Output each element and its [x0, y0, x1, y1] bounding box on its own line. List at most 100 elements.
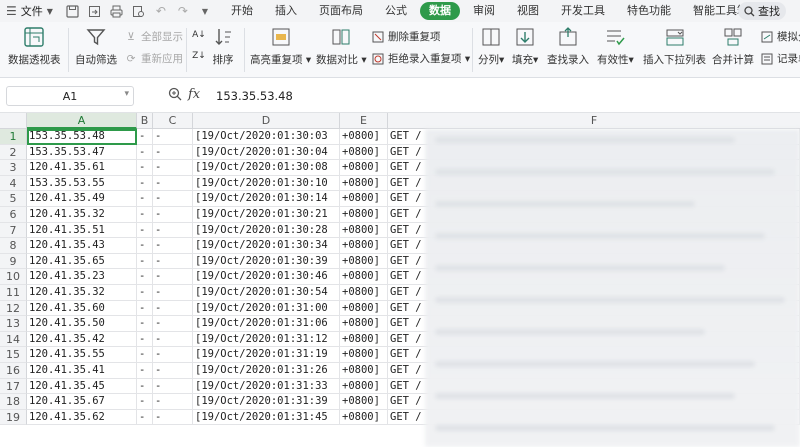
cell-d[interactable]: [19/Oct/2020:01:30:39: [193, 253, 340, 270]
cell-b[interactable]: -: [137, 129, 153, 145]
cell-d[interactable]: [19/Oct/2020:01:30:21: [193, 207, 340, 223]
cell-b[interactable]: -: [137, 394, 153, 410]
row-header[interactable]: 6: [0, 207, 27, 223]
row-header[interactable]: 16: [0, 363, 27, 379]
cell-c[interactable]: -: [153, 269, 193, 285]
cell-a[interactable]: 120.41.35.67: [27, 394, 137, 410]
save-icon[interactable]: [65, 3, 81, 19]
cell-e[interactable]: +0800]: [340, 144, 388, 161]
cell-e[interactable]: +0800]: [340, 160, 388, 176]
cell-b[interactable]: -: [137, 378, 153, 395]
cell-a[interactable]: 120.41.35.41: [27, 363, 137, 379]
row-header[interactable]: 7: [0, 222, 27, 239]
redo-icon[interactable]: ↷: [175, 3, 191, 19]
column-header-c[interactable]: C: [153, 113, 193, 129]
cell-e[interactable]: +0800]: [340, 363, 388, 379]
cell-a[interactable]: 120.41.35.49: [27, 191, 137, 207]
name-box[interactable]: A1 ▾: [6, 86, 134, 106]
cell-a[interactable]: 120.41.35.32: [27, 285, 137, 301]
cell-d[interactable]: [19/Oct/2020:01:30:28: [193, 222, 340, 239]
cell-a[interactable]: 120.41.35.32: [27, 207, 137, 223]
cell-b[interactable]: -: [137, 363, 153, 379]
sort-descending-button[interactable]: Z↓: [192, 49, 206, 63]
cell-b[interactable]: -: [137, 144, 153, 161]
row-header[interactable]: 17: [0, 378, 27, 395]
tab-review[interactable]: 审阅: [464, 2, 504, 20]
split-column-button[interactable]: 分列▾: [478, 22, 504, 67]
column-header-e[interactable]: E: [340, 113, 388, 129]
row-header[interactable]: 8: [0, 238, 27, 254]
row-header[interactable]: 2: [0, 144, 27, 161]
row-header[interactable]: 15: [0, 347, 27, 363]
column-header-a[interactable]: A: [27, 113, 137, 129]
cell-d[interactable]: [19/Oct/2020:01:30:08: [193, 160, 340, 176]
cell-b[interactable]: -: [137, 300, 153, 317]
column-header-d[interactable]: D: [193, 113, 340, 129]
row-header[interactable]: 13: [0, 316, 27, 332]
lookup-entry-button[interactable]: 查找录入: [547, 22, 589, 67]
cell-d[interactable]: [19/Oct/2020:01:31:26: [193, 363, 340, 379]
cell-a[interactable]: 120.41.35.65: [27, 253, 137, 270]
auto-filter-button[interactable]: 自动筛选: [75, 22, 117, 67]
row-header[interactable]: 4: [0, 175, 27, 192]
cell-b[interactable]: -: [137, 222, 153, 239]
cell-d[interactable]: [19/Oct/2020:01:31:06: [193, 316, 340, 332]
cell-a[interactable]: 120.41.35.50: [27, 316, 137, 332]
cell-a[interactable]: 120.41.35.60: [27, 300, 137, 317]
cell-d[interactable]: [19/Oct/2020:01:31:39: [193, 394, 340, 410]
show-all-button[interactable]: ⊻ 全部显示: [124, 29, 183, 44]
print-preview-icon[interactable]: [131, 3, 147, 19]
cell-b[interactable]: -: [137, 175, 153, 192]
cell-d[interactable]: [19/Oct/2020:01:31:45: [193, 409, 340, 426]
cell-e[interactable]: +0800]: [340, 378, 388, 395]
consolidate-button[interactable]: 合并计算: [712, 22, 754, 67]
cell-c[interactable]: -: [153, 378, 193, 395]
tab-view[interactable]: 视图: [508, 2, 548, 20]
tab-formulas[interactable]: 公式: [376, 2, 416, 20]
cell-e[interactable]: +0800]: [340, 238, 388, 254]
cell-e[interactable]: +0800]: [340, 316, 388, 332]
pivot-table-button[interactable]: 数据透视表: [8, 22, 61, 67]
cell-e[interactable]: +0800]: [340, 409, 388, 426]
sort-ascending-button[interactable]: A↓: [192, 28, 206, 42]
cell-b[interactable]: -: [137, 207, 153, 223]
cell-c[interactable]: -: [153, 129, 193, 145]
select-all-corner[interactable]: [0, 113, 27, 129]
tab-insert[interactable]: 插入: [266, 2, 306, 20]
cell-b[interactable]: -: [137, 238, 153, 254]
data-compare-button[interactable]: 数据对比 ▾: [316, 22, 367, 67]
column-header-f[interactable]: F: [388, 113, 800, 129]
cell-c[interactable]: -: [153, 222, 193, 239]
cell-e[interactable]: +0800]: [340, 191, 388, 207]
cell-a[interactable]: 153.35.53.55: [27, 175, 137, 192]
cell-b[interactable]: -: [137, 285, 153, 301]
cell-c[interactable]: -: [153, 300, 193, 317]
sort-button[interactable]: 排序: [212, 22, 234, 67]
cell-d[interactable]: [19/Oct/2020:01:31:12: [193, 331, 340, 348]
search-button[interactable]: 查找: [738, 2, 786, 20]
fill-button[interactable]: 填充▾: [512, 22, 538, 67]
cell-c[interactable]: -: [153, 285, 193, 301]
row-header[interactable]: 10: [0, 269, 27, 285]
cell-b[interactable]: -: [137, 191, 153, 207]
cell-a[interactable]: 120.41.35.51: [27, 222, 137, 239]
row-header[interactable]: 12: [0, 300, 27, 317]
cell-d[interactable]: [19/Oct/2020:01:30:34: [193, 238, 340, 254]
cell-c[interactable]: -: [153, 394, 193, 410]
cell-d[interactable]: [19/Oct/2020:01:31:00: [193, 300, 340, 317]
cell-a[interactable]: 153.35.53.48: [27, 129, 137, 145]
cell-c[interactable]: -: [153, 409, 193, 426]
export-icon[interactable]: [87, 3, 103, 19]
simulate-analysis-button[interactable]: 模拟分: [760, 29, 800, 44]
cell-c[interactable]: -: [153, 316, 193, 332]
cell-e[interactable]: +0800]: [340, 347, 388, 363]
function-icon[interactable]: fx: [188, 87, 200, 102]
column-header-b[interactable]: B: [137, 113, 153, 129]
tab-special-features[interactable]: 特色功能: [618, 2, 680, 20]
reject-duplicates-button[interactable]: 拒绝录入重复项 ▾: [371, 51, 470, 66]
cell-c[interactable]: -: [153, 144, 193, 161]
row-header[interactable]: 9: [0, 253, 27, 270]
cell-d[interactable]: [19/Oct/2020:01:31:19: [193, 347, 340, 363]
cell-c[interactable]: -: [153, 238, 193, 254]
cell-e[interactable]: +0800]: [340, 300, 388, 317]
